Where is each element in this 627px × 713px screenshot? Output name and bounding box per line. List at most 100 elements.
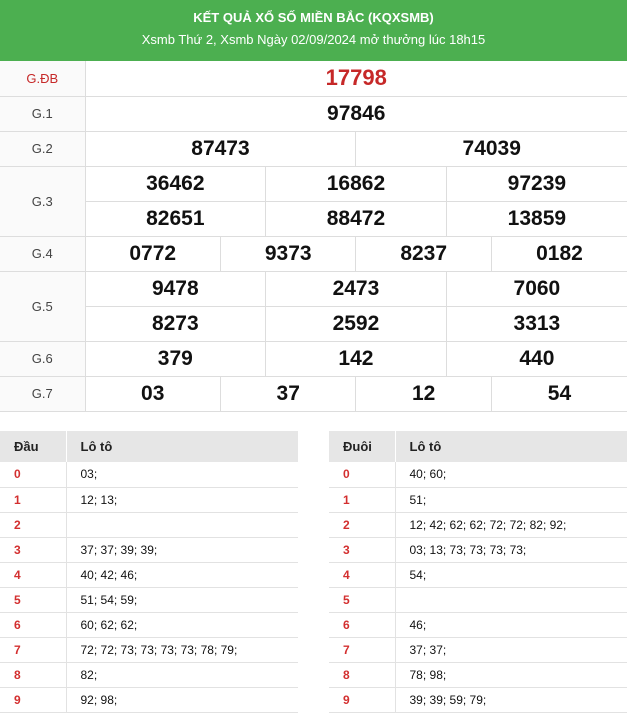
- prize-label: G.6: [0, 340, 86, 377]
- loto-values: 60; 62; 62;: [65, 612, 298, 638]
- prize-label: G.3: [0, 165, 86, 237]
- loto-tail-table: Đuôi Lô tô 0 40; 60; 1 51; 2 12; 42; 62; 62…: [329, 431, 627, 713]
- prize-row-g2: G.2 87473 74039: [0, 130, 627, 167]
- prize-number: 142: [265, 340, 447, 377]
- table-row: 0 40; 60;: [329, 462, 627, 488]
- column-header-loto: Lô tô: [394, 431, 627, 462]
- table-row: 5: [329, 587, 627, 613]
- prize-label: G.5: [0, 270, 86, 342]
- column-header-loto: Lô tô: [65, 431, 298, 462]
- prize-number: 17798: [84, 61, 627, 97]
- prize-number: 74039: [355, 130, 627, 167]
- digit-key: 3: [0, 537, 66, 563]
- digit-key: 2: [329, 512, 395, 538]
- prize-number: 9373: [219, 235, 357, 272]
- prize-number: 88472: [265, 200, 447, 237]
- loto-head-table: Đầu Lô tô 0 03; 1 12; 13; 2 3 37; 37; 39; 3…: [0, 431, 298, 713]
- prize-number: 16862: [265, 165, 447, 202]
- prize-row-g6: G.6 379 142 440: [0, 340, 627, 377]
- prize-number: 8237: [355, 235, 492, 272]
- digit-key: 1: [0, 487, 66, 513]
- table-row: 2 12; 42; 62; 62; 72; 72; 82; 92;: [329, 512, 627, 538]
- prize-number: 54: [490, 375, 627, 412]
- loto-values: 46;: [394, 612, 627, 638]
- loto-values: 12; 42; 62; 62; 72; 72; 82; 92;: [394, 512, 627, 538]
- digit-key: 0: [329, 462, 395, 488]
- prize-row-g5: G.5 9478 2473 7060: [0, 270, 627, 342]
- prize-number: 8273: [85, 305, 267, 342]
- table-row: 2: [0, 512, 298, 538]
- digit-key: 4: [329, 562, 395, 588]
- loto-values: 03;: [65, 462, 298, 488]
- loto-values: 37; 37;: [394, 637, 627, 663]
- digit-key: 6: [0, 612, 66, 638]
- prize-row-g3: 82651 88472 13859: [0, 200, 627, 237]
- results-header: KẾT QUẢ XỔ SỐ MIỀN BẮC (KQXSMB) Xsmb Thứ…: [0, 0, 627, 61]
- digit-key: 5: [0, 587, 66, 613]
- column-header-dau: Đầu: [0, 431, 66, 462]
- table-row: 6 46;: [329, 612, 627, 638]
- prize-label: G.ĐB: [0, 61, 86, 97]
- prize-row-special: G.ĐB 17798: [0, 61, 627, 97]
- table-row: 5 51; 54; 59;: [0, 587, 298, 613]
- prize-row-g1: G.1 97846: [0, 95, 627, 132]
- prize-table: G.ĐB 17798 G.1 97846 G.2 87473 74039 G.3…: [0, 61, 627, 412]
- loto-values: 54;: [394, 562, 627, 588]
- table-row: 3 37; 37; 39; 39;: [0, 537, 298, 563]
- digit-key: 3: [329, 537, 395, 563]
- table-row: 3 03; 13; 73; 73; 73; 73;: [329, 537, 627, 563]
- loto-values: 72; 72; 73; 73; 73; 73; 78; 79;: [65, 637, 298, 663]
- digit-key: 8: [329, 662, 395, 688]
- prize-number: 2592: [265, 305, 447, 342]
- table-row: 4 54;: [329, 562, 627, 588]
- loto-values: 12; 13;: [65, 487, 298, 513]
- column-header-duoi: Đuôi: [329, 431, 395, 462]
- loto-values: 51; 54; 59;: [65, 587, 298, 613]
- prize-row-g3: G.3 36462 16862 97239: [0, 165, 627, 237]
- table-row: 9 39; 39; 59; 79;: [329, 687, 627, 713]
- prize-label: G.2: [0, 130, 86, 167]
- table-row: 1 51;: [329, 487, 627, 513]
- prize-number: 12: [355, 375, 492, 412]
- table-row: 9 92; 98;: [0, 687, 298, 713]
- digit-key: 2: [0, 512, 66, 538]
- loto-values: 51;: [394, 487, 627, 513]
- prize-number: 2473: [265, 270, 447, 307]
- table-row: 0 03;: [0, 462, 298, 488]
- prize-number: 0772: [84, 235, 221, 272]
- table-row: 7 37; 37;: [329, 637, 627, 663]
- table-row: 6 60; 62; 62;: [0, 612, 298, 638]
- prize-number: 82651: [85, 200, 267, 237]
- prize-row-g4: G.4 0772 9373 8237 0182: [0, 235, 627, 272]
- digit-key: 5: [329, 587, 395, 613]
- prize-number: 37: [219, 375, 357, 412]
- loto-values: 40; 42; 46;: [65, 562, 298, 588]
- prize-number: 3313: [445, 305, 627, 342]
- digit-key: 0: [0, 462, 66, 488]
- loto-values: 39; 39; 59; 79;: [394, 687, 627, 713]
- digit-key: 4: [0, 562, 66, 588]
- loto-values: 92; 98;: [65, 687, 298, 713]
- loto-values: 03; 13; 73; 73; 73; 73;: [394, 537, 627, 563]
- loto-values: 40; 60;: [394, 462, 627, 488]
- table-row: 8 78; 98;: [329, 662, 627, 688]
- prize-row-g5: 8273 2592 3313: [0, 305, 627, 342]
- digit-key: 6: [329, 612, 395, 638]
- loto-values: [394, 587, 627, 613]
- prize-number: 440: [445, 340, 627, 377]
- prize-number: 97239: [445, 165, 627, 202]
- prize-label: G.1: [0, 95, 86, 132]
- prize-number: 13859: [445, 200, 627, 237]
- digit-key: 1: [329, 487, 395, 513]
- prize-number: 9478: [84, 270, 267, 307]
- digit-key: 9: [329, 687, 395, 713]
- prize-number: 36462: [84, 165, 267, 202]
- page-title: KẾT QUẢ XỔ SỐ MIỀN BẮC (KQXSMB): [193, 10, 434, 25]
- prize-label: G.7: [0, 375, 86, 412]
- table-row: 7 72; 72; 73; 73; 73; 73; 78; 79;: [0, 637, 298, 663]
- prize-number: 87473: [84, 130, 357, 167]
- loto-values: [65, 512, 298, 538]
- digit-key: 7: [0, 637, 66, 663]
- table-row: 4 40; 42; 46;: [0, 562, 298, 588]
- digit-key: 9: [0, 687, 66, 713]
